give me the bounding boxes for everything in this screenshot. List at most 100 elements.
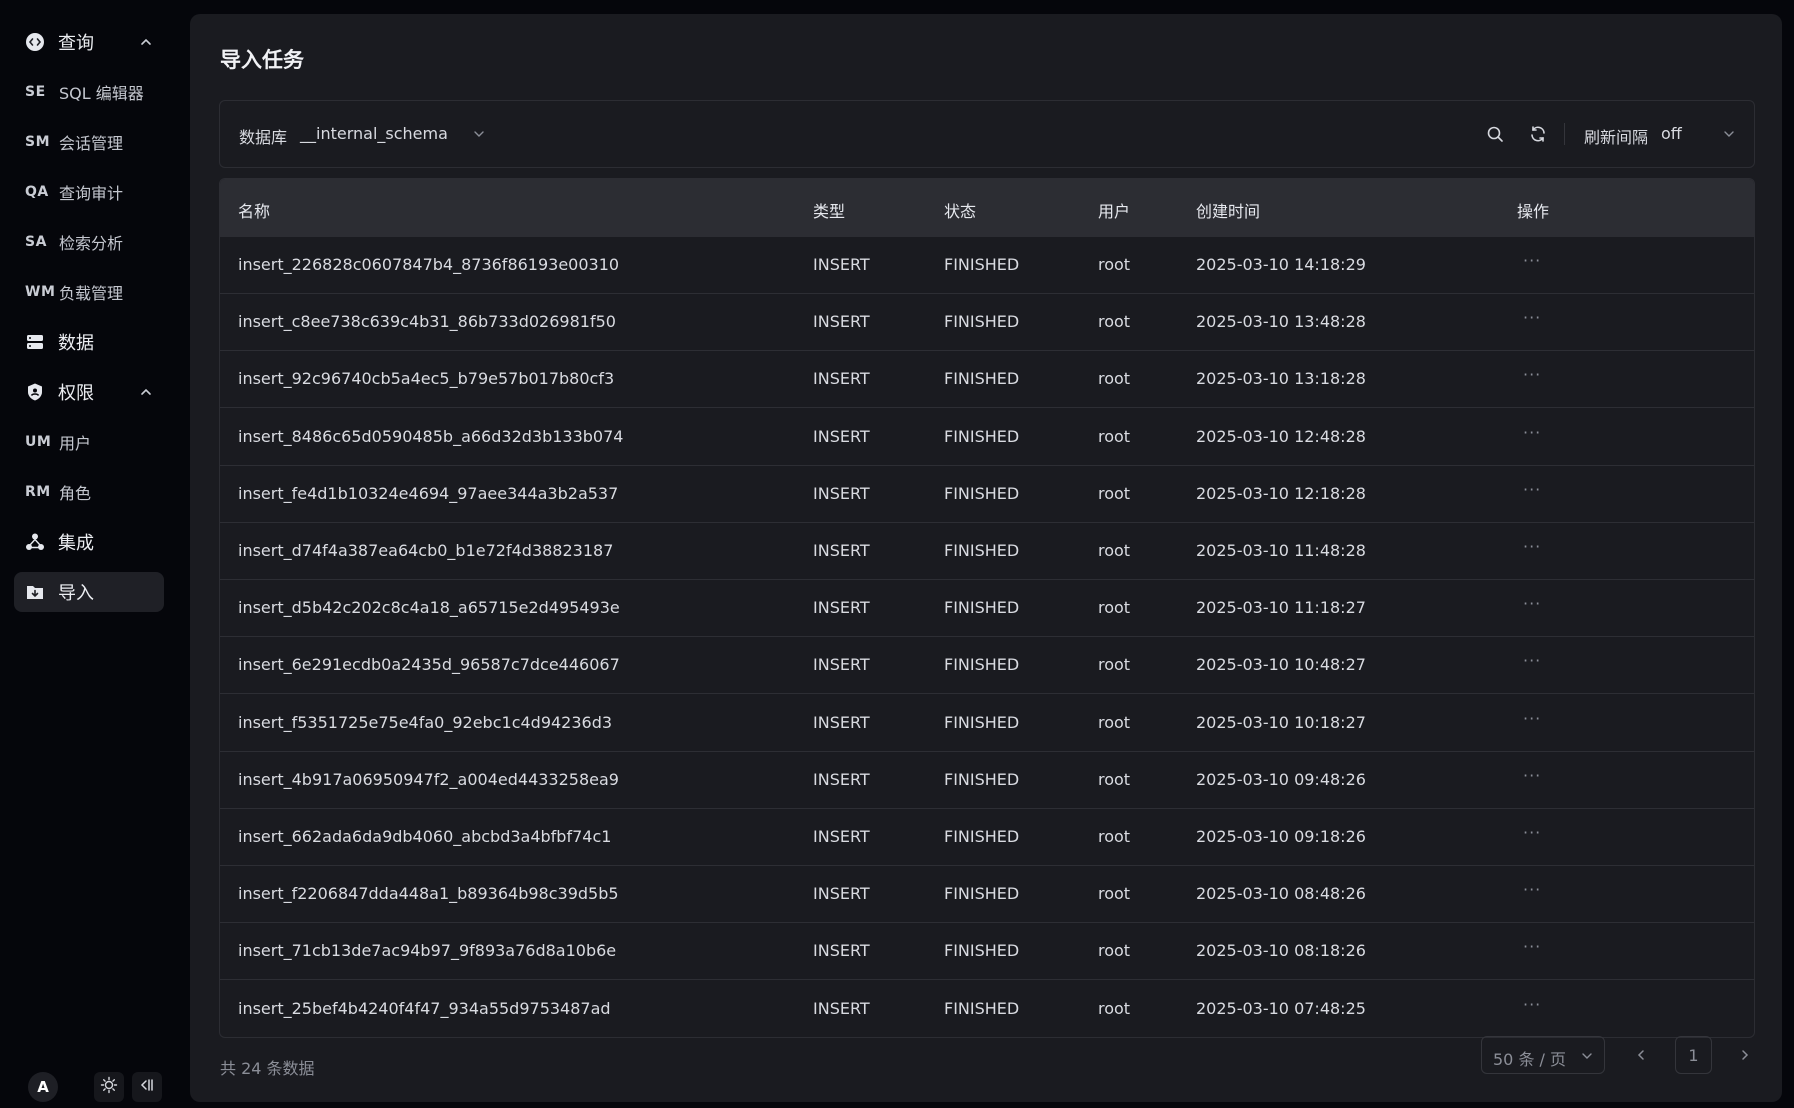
database-select[interactable]: __internal_schema [300,124,448,143]
row-actions-more-icon[interactable]: ··· [1523,365,1541,384]
chevron-up-icon[interactable] [138,34,154,50]
sidebar-item-abbr: QA [25,184,49,200]
cell-name: insert_92c96740cb5a4ec5_b79e57b017b80cf3 [238,369,615,389]
refresh-icon[interactable] [1528,124,1548,144]
cell-type: INSERT [813,483,870,503]
sidebar-item-permissions[interactable]: 权限 [14,372,164,412]
cell-name: insert_6e291ecdb0a2435d_96587c7dce446067 [238,655,620,675]
sidebar-item-integration[interactable]: 集成 [14,522,164,562]
avatar[interactable]: A [28,1072,58,1102]
table-row[interactable]: insert_fe4d1b10324e4694_97aee344a3b2a537… [220,466,1754,523]
cell-user: root [1098,369,1131,389]
cell-created: 2025-03-10 09:18:26 [1196,827,1366,846]
row-actions-more-icon[interactable]: ··· [1523,537,1541,556]
sidebar-item-workload-management[interactable]: WM 负载管理 [14,272,164,312]
sidebar-item-import[interactable]: 导入 [14,572,164,612]
cell-user: root [1098,941,1131,961]
table-row[interactable]: insert_662ada6da9db4060_abcbd3a4bfbf74c1… [220,809,1754,866]
row-actions-more-icon[interactable]: ··· [1523,308,1541,327]
cell-type: INSERT [813,598,870,618]
sidebar-item-label: 权限 [58,383,94,404]
row-actions-more-icon[interactable]: ··· [1523,594,1541,613]
cell-name: insert_662ada6da9db4060_abcbd3a4bfbf74c1 [238,827,612,846]
row-actions-more-icon[interactable]: ··· [1523,880,1541,899]
sidebar-item-sql-editor[interactable]: SE SQL 编辑器 [14,72,164,112]
cell-created: 2025-03-10 10:18:27 [1196,712,1366,732]
cell-name: insert_71cb13de7ac94b97_9f893a76d8a10b6e [238,941,617,961]
table-header: 名称 类型 状态 用户 创建时间 操作 [220,179,1754,237]
column-header-status: 状态 [944,202,977,221]
search-icon[interactable] [1485,124,1505,144]
table-row[interactable]: insert_f2206847dda448a1_b89364b98c39d5b5… [220,866,1754,924]
row-actions-more-icon[interactable]: ··· [1523,937,1541,956]
theme-toggle-button[interactable] [94,1072,124,1102]
cell-created: 2025-03-10 10:48:27 [1196,655,1366,675]
shield-icon [24,381,46,403]
row-actions-more-icon[interactable]: ··· [1523,709,1541,728]
table-row[interactable]: insert_71cb13de7ac94b97_9f893a76d8a10b6e… [220,923,1754,981]
table-row[interactable]: insert_4b917a06950947f2_a004ed4433258ea9… [220,752,1754,809]
table-row[interactable]: insert_226828c0607847b4_8736f86193e00310… [220,237,1754,294]
cell-type: INSERT [813,769,870,789]
sidebar-item-users[interactable]: UM 用户 [14,422,164,462]
row-actions-more-icon[interactable]: ··· [1523,480,1541,499]
cell-status: FINISHED [944,884,1020,904]
import-folder-icon [24,581,46,603]
collapse-icon [138,1076,156,1098]
sidebar-item-abbr: UM [25,434,52,450]
row-actions-more-icon[interactable]: ··· [1523,995,1541,1014]
next-page-icon[interactable] [1735,1045,1755,1065]
table-row[interactable]: insert_6e291ecdb0a2435d_96587c7dce446067… [220,637,1754,695]
table-row[interactable]: insert_d5b42c202c8c4a18_a65715e2d495493e… [220,580,1754,638]
chevron-down-icon[interactable] [1722,126,1738,142]
cell-type: INSERT [813,369,870,389]
row-actions-more-icon[interactable]: ··· [1523,251,1541,270]
table-row[interactable]: insert_92c96740cb5a4ec5_b79e57b017b80cf3… [220,351,1754,409]
prev-page-icon[interactable] [1631,1045,1651,1065]
table-row[interactable]: insert_25bef4b4240f4f47_934a55d9753487ad… [220,981,1754,1037]
import-tasks-table: 名称 类型 状态 用户 创建时间 操作 insert_226828c060784… [219,178,1755,1038]
cell-status: FINISHED [944,827,1020,846]
collapse-sidebar-button[interactable] [132,1072,162,1102]
sidebar-item-data[interactable]: 数据 [14,322,164,362]
row-actions-more-icon[interactable]: ··· [1523,766,1541,785]
page-number-button[interactable]: 1 [1675,1036,1712,1074]
main-panel: 导入任务 数据库 __internal_schema 刷新间隔 off 名称 类… [190,14,1782,1102]
sidebar-item-label: 会话管理 [59,134,124,153]
row-actions-more-icon[interactable]: ··· [1523,823,1541,842]
cell-type: INSERT [813,827,870,846]
sidebar-item-session-management[interactable]: SM 会话管理 [14,122,164,162]
cell-status: FINISHED [944,541,1020,560]
sidebar-item-query[interactable]: 查询 [14,22,164,62]
chevron-down-icon[interactable] [472,126,488,142]
row-actions-more-icon[interactable]: ··· [1523,651,1541,670]
sidebar-item-roles[interactable]: RM 角色 [14,472,164,512]
cell-type: INSERT [813,998,870,1018]
sidebar-item-search-analysis[interactable]: SA 检索分析 [14,222,164,262]
cell-name: insert_226828c0607847b4_8736f86193e00310 [238,255,620,274]
row-actions-more-icon[interactable]: ··· [1523,423,1541,442]
sidebar-item-query-audit[interactable]: QA 查询审计 [14,172,164,212]
cell-name: insert_d74f4a387ea64cb0_b1e72f4d38823187 [238,541,614,560]
cell-name: insert_4b917a06950947f2_a004ed4433258ea9 [238,769,619,789]
chevron-up-icon[interactable] [138,384,154,400]
total-count: 共 24 条数据 [220,1059,315,1078]
table-row[interactable]: insert_c8ee738c639c4b31_86b733d026981f50… [220,294,1754,352]
cell-name: insert_d5b42c202c8c4a18_a65715e2d495493e [238,598,620,618]
cell-user: root [1098,827,1131,846]
cell-status: FINISHED [944,369,1020,389]
chevron-down-icon [1580,1048,1596,1064]
table-row[interactable]: insert_d74f4a387ea64cb0_b1e72f4d38823187… [220,523,1754,580]
cell-user: root [1098,598,1131,618]
sidebar-footer: A [0,1068,190,1104]
sidebar-item-abbr: WM [25,284,56,300]
table-row[interactable]: insert_8486c65d0590485b_a66d32d3b133b074… [220,409,1754,466]
page-size-select[interactable]: 50 条 / 页 [1481,1036,1605,1074]
cell-type: INSERT [813,655,870,675]
refresh-interval-select[interactable]: off [1661,124,1682,143]
table-row[interactable]: insert_f5351725e75e4fa0_92ebc1c4d94236d3… [220,695,1754,752]
cell-name: insert_25bef4b4240f4f47_934a55d9753487ad [238,998,611,1018]
cell-created: 2025-03-10 13:18:28 [1196,369,1366,389]
sidebar-item-label: 角色 [59,484,92,503]
page-size-value: 50 条 / 页 [1493,1050,1567,1069]
